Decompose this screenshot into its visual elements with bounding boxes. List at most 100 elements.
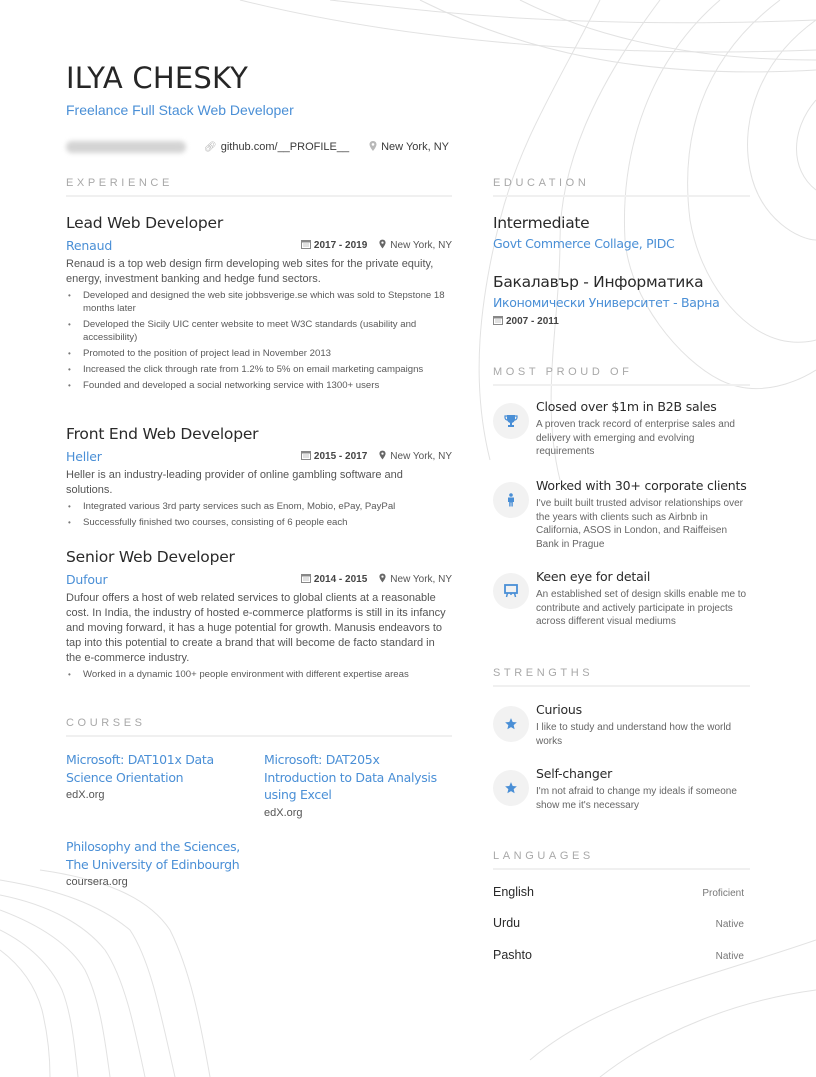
calendar-icon xyxy=(300,573,311,586)
job-location: New York, NY xyxy=(390,450,452,462)
proud-item: Worked with 30+ corporate clients I've b… xyxy=(493,478,753,551)
section-heading-proud: MOST PROUD OF xyxy=(493,366,633,378)
contact-bar: 🔗︎ github.com/__PROFILE__ New York, NY xyxy=(66,139,469,155)
section-heading-strengths: STRENGTHS xyxy=(493,667,594,679)
job-bullets: Integrated various 3rd party services su… xyxy=(66,500,452,529)
language-row: English Proficient xyxy=(493,885,744,899)
education-dates-text: 2007 - 2011 xyxy=(506,316,559,327)
course-org: coursera.org xyxy=(66,876,128,888)
proud-title: Closed over $1m in B2B sales xyxy=(536,399,717,414)
section-heading-courses: COURSES xyxy=(66,717,146,729)
job-meta: 2015 - 2017 New York, NY xyxy=(300,450,452,463)
calendar-icon xyxy=(493,315,503,328)
job-bullet: Developed and designed the web site jobb… xyxy=(66,289,452,315)
language-level: Proficient xyxy=(702,888,744,899)
calendar-icon xyxy=(300,450,311,463)
language-row: Urdu Native xyxy=(493,916,744,930)
job-bullets: Worked in a dynamic 100+ people environm… xyxy=(66,668,452,681)
section-divider xyxy=(66,195,452,197)
job-bullet: Developed the Sicily UIC center website … xyxy=(66,318,452,344)
job-dates: 2014 - 2015 xyxy=(313,573,368,585)
map-pin-icon xyxy=(379,573,386,586)
proud-desc: A proven track record of enterprise sale… xyxy=(536,419,735,457)
profile-link-text[interactable]: github.com/__PROFILE__ xyxy=(221,141,349,153)
strength-desc: I'm not afraid to change my ideals if so… xyxy=(536,786,737,811)
link-icon: 🔗︎ xyxy=(204,141,217,153)
proud-title: Keen eye for detail xyxy=(536,569,651,584)
degree: Бакалавър - Информатика xyxy=(493,273,704,291)
company-name: Heller xyxy=(66,448,102,464)
language-name: Urdu xyxy=(493,916,521,930)
strength-title: Self-changer xyxy=(536,766,613,781)
job-location: New York, NY xyxy=(390,239,452,251)
language-row: Pashto Native xyxy=(493,948,744,962)
job-bullet: Successfully finished two courses, consi… xyxy=(66,516,452,529)
education-entry: Бакалавър - Информатика Икономически Уни… xyxy=(493,273,753,328)
school: Икономически Университет - Варна xyxy=(493,295,720,310)
job-dates: 2017 - 2019 xyxy=(313,239,368,251)
course-name: Microsoft: DAT101x Data Science Orientat… xyxy=(66,752,214,785)
calendar-icon xyxy=(300,239,311,252)
course-entry: Microsoft: DAT205x Introduction to Data … xyxy=(264,751,454,819)
course-org: edX.org xyxy=(66,789,105,801)
strength-desc: I like to study and understand how the w… xyxy=(536,722,732,747)
job-bullet: Worked in a dynamic 100+ people environm… xyxy=(66,668,452,681)
strength-item: Curious I like to study and understand h… xyxy=(493,702,753,748)
education-entry: Intermediate Govt Commerce Collage, PIDC xyxy=(493,214,753,251)
experience-entry: Senior Web Developer Dufour 2014 - 2015 … xyxy=(66,548,452,684)
candidate-title: Freelance Full Stack Web Developer xyxy=(66,102,294,118)
profile-link[interactable]: 🔗︎ github.com/__PROFILE__ xyxy=(204,141,349,153)
proud-desc: I've built built trusted advisor relatio… xyxy=(536,498,744,550)
proud-desc: An established set of design skills enab… xyxy=(536,589,747,627)
job-dates: 2015 - 2017 xyxy=(313,450,368,462)
experience-entry: Lead Web Developer Renaud 2017 - 2019 Ne… xyxy=(66,214,452,395)
email-redacted xyxy=(66,141,186,153)
proud-item: Keen eye for detail An established set o… xyxy=(493,569,753,629)
section-heading-experience: EXPERIENCE xyxy=(66,177,173,189)
job-bullet: Integrated various 3rd party services su… xyxy=(66,500,452,513)
contact-location-text: New York, NY xyxy=(381,141,449,153)
school: Govt Commerce Collage, PIDC xyxy=(493,236,675,251)
company-name: Renaud xyxy=(66,237,113,253)
language-name: English xyxy=(493,885,534,899)
strength-item: Self-changer I'm not afraid to change my… xyxy=(493,766,753,812)
degree: Intermediate xyxy=(493,214,590,232)
job-title: Lead Web Developer xyxy=(66,214,224,232)
contact-location: New York, NY xyxy=(369,140,449,154)
candidate-name: ILYA CHESKY xyxy=(66,61,249,95)
education-dates: 2007 - 2011 xyxy=(493,315,753,328)
course-name: Philosophy and the Sciences, The Univers… xyxy=(66,839,240,872)
company-name: Dufour xyxy=(66,571,108,587)
easel-icon xyxy=(493,573,529,609)
job-meta: 2017 - 2019 New York, NY xyxy=(300,239,452,252)
proud-title: Worked with 30+ corporate clients xyxy=(536,478,747,493)
language-level: Native xyxy=(715,951,744,962)
job-title: Front End Web Developer xyxy=(66,425,259,443)
course-org: edX.org xyxy=(264,806,303,819)
section-divider xyxy=(493,195,750,197)
person-icon xyxy=(493,482,529,518)
job-bullet: Promoted to the position of project lead… xyxy=(66,347,452,360)
resume-page: ILYA CHESKY Freelance Full Stack Web Dev… xyxy=(0,0,816,1077)
job-bullet: Increased the click through rate from 1.… xyxy=(66,363,452,376)
experience-entry: Front End Web Developer Heller 2015 - 20… xyxy=(66,425,452,532)
section-heading-languages: LANGUAGES xyxy=(493,850,594,862)
star-icon xyxy=(493,770,529,806)
section-divider xyxy=(493,384,750,386)
trophy-icon xyxy=(493,403,529,439)
section-divider xyxy=(493,868,750,870)
language-level: Native xyxy=(715,919,744,930)
section-divider xyxy=(66,735,452,737)
course-entry: Microsoft: DAT101x Data Science Orientat… xyxy=(66,751,256,801)
star-icon xyxy=(493,706,529,742)
map-pin-icon xyxy=(379,239,386,252)
strength-title: Curious xyxy=(536,702,582,717)
course-name: Microsoft: DAT205x Introduction to Data … xyxy=(264,752,437,802)
section-divider xyxy=(493,685,750,687)
proud-item: Closed over $1m in B2B sales A proven tr… xyxy=(493,399,753,459)
job-description: Heller is an industry-leading provider o… xyxy=(66,469,403,496)
job-meta: 2014 - 2015 New York, NY xyxy=(300,573,452,586)
job-bullet: Founded and developed a social networkin… xyxy=(66,379,452,392)
course-entry: Philosophy and the Sciences, The Univers… xyxy=(66,838,256,888)
map-pin-icon xyxy=(379,450,386,463)
